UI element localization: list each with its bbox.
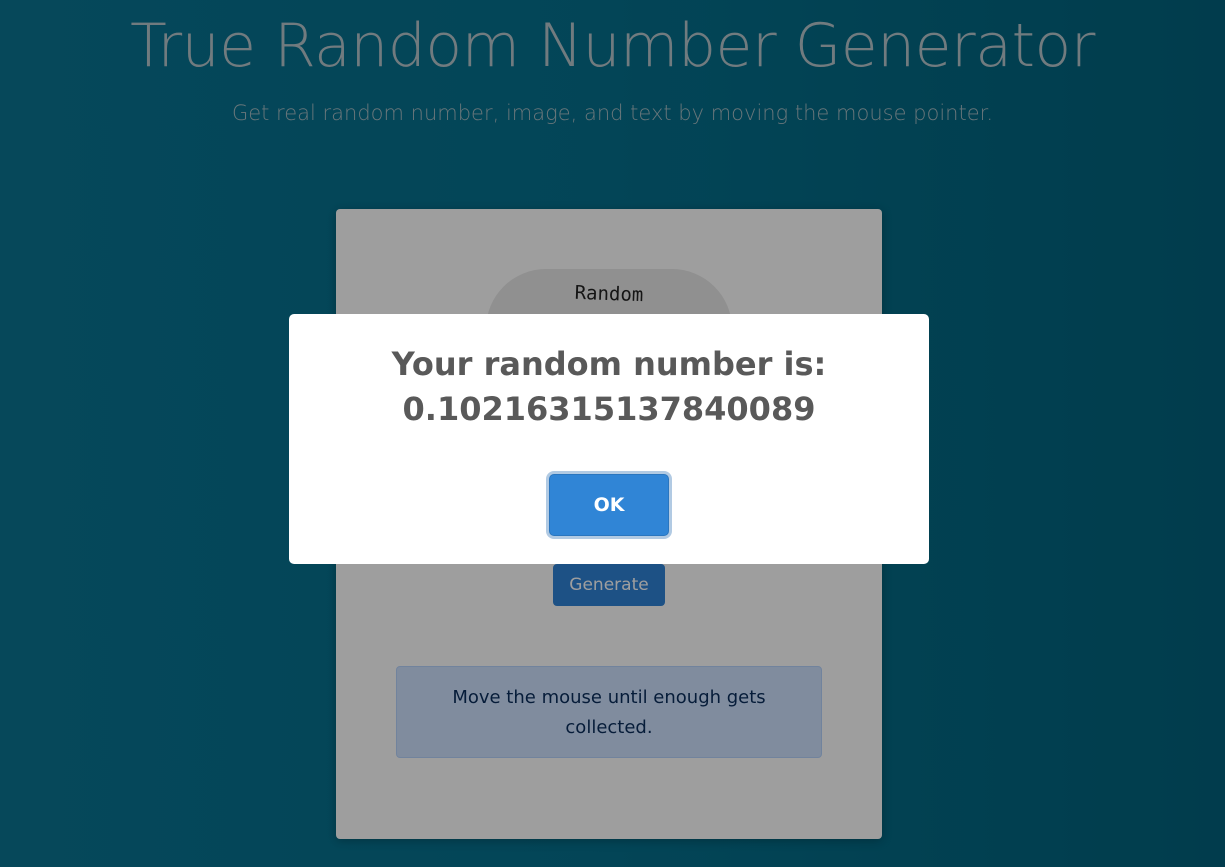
result-dialog: Your random number is: 0.102163151378400… xyxy=(289,314,929,564)
dialog-title: Your random number is: xyxy=(391,345,827,383)
ok-button[interactable]: OK xyxy=(549,474,669,536)
random-number-value: 0.10216315137840089 xyxy=(402,390,816,428)
